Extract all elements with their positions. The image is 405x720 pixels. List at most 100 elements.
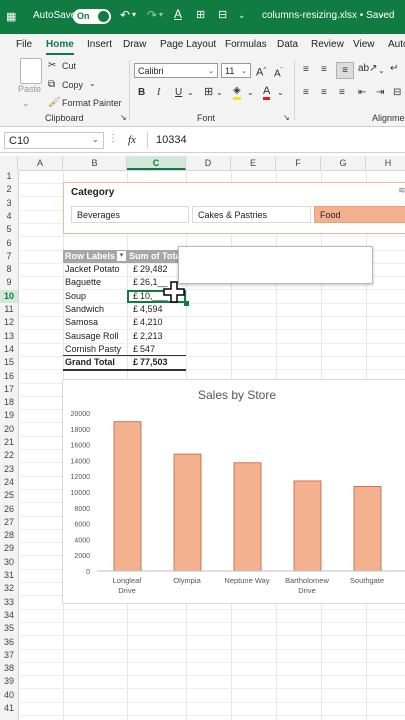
tab-review[interactable]: Review	[311, 39, 344, 50]
row-header[interactable]: 38	[0, 662, 18, 675]
row-header[interactable]: 17	[0, 383, 18, 396]
tab-formulas[interactable]: Formulas	[225, 39, 267, 50]
row-header[interactable]: 32	[0, 582, 18, 595]
align-top-icon[interactable]: ≡	[303, 64, 309, 76]
column-header[interactable]: G	[321, 156, 366, 170]
bar[interactable]	[233, 462, 262, 572]
undo-icon[interactable]: ↶	[120, 8, 130, 22]
row-header[interactable]: 3	[0, 197, 18, 210]
orientation-icon[interactable]: ab↗	[358, 63, 378, 75]
merge-icon[interactable]: ⊟	[393, 87, 401, 99]
bar[interactable]	[173, 453, 202, 572]
row-header[interactable]: 21	[0, 436, 18, 449]
slicer-item-cakes-pastries[interactable]: Cakes & Pastries	[192, 206, 311, 223]
tab-automate[interactable]: Autom	[388, 39, 405, 50]
row-header[interactable]: 11	[0, 303, 18, 316]
copy-dropdown-icon[interactable]: ⌄	[89, 79, 96, 88]
underline-icon[interactable]: U	[175, 87, 182, 99]
column-header[interactable]: H	[366, 156, 405, 170]
multi-select-icon[interactable]: ≋	[398, 185, 405, 196]
row-header[interactable]: 40	[0, 689, 18, 702]
bar[interactable]	[113, 421, 142, 572]
row-header[interactable]: 6	[0, 237, 18, 250]
row-header[interactable]: 22	[0, 449, 18, 462]
autosave-toggle[interactable]: On	[73, 9, 111, 24]
format-painter-button[interactable]: Format Painter	[62, 98, 122, 108]
orientation-dropdown-icon[interactable]: ⌄	[378, 65, 385, 77]
sales-by-store-chart[interactable]: Sales by Store 0 2000 4000 6000 8000 10000 120…	[62, 379, 405, 604]
row-header[interactable]: 5	[0, 223, 18, 236]
row-header[interactable]: 19	[0, 409, 18, 422]
row-header[interactable]: 2	[0, 183, 18, 196]
align-left-icon[interactable]: ≡	[303, 87, 309, 99]
paste-dropdown-icon[interactable]: ⌄	[22, 98, 30, 109]
borders-dropdown-icon[interactable]: ⌄	[216, 87, 223, 99]
copy-icon[interactable]: ⧉	[48, 79, 55, 91]
column-header[interactable]: D	[186, 156, 231, 170]
decrease-font-size-icon[interactable]: Aˇ	[274, 65, 283, 80]
column-header[interactable]: F	[276, 156, 321, 170]
tab-data[interactable]: Data	[277, 39, 298, 50]
column-header[interactable]: B	[63, 156, 127, 170]
slicer-item-food[interactable]: Food	[314, 206, 405, 223]
bar[interactable]	[293, 480, 322, 572]
wrap-text-icon[interactable]: ↵	[390, 63, 398, 75]
bar[interactable]	[353, 486, 382, 572]
borders-icon[interactable]: ⊞	[204, 86, 213, 98]
row-header-selected[interactable]: 10	[0, 289, 18, 303]
italic-icon[interactable]: I	[157, 87, 160, 99]
row-header[interactable]: 28	[0, 529, 18, 542]
row-header[interactable]: 20	[0, 423, 18, 436]
slicer-item-beverages[interactable]: Beverages	[71, 206, 189, 223]
tab-file[interactable]: File	[16, 39, 32, 50]
name-box-dropdown-icon[interactable]: ⌄	[92, 135, 99, 144]
row-header[interactable]: 18	[0, 396, 18, 409]
tab-draw[interactable]: Draw	[123, 39, 146, 50]
font-color-icon[interactable]: A	[263, 85, 271, 100]
insert-function-icon[interactable]: fx	[128, 134, 136, 146]
underline-dropdown-icon[interactable]: ⌄	[187, 87, 194, 99]
align-center-icon[interactable]: ≡	[321, 87, 327, 99]
row-header[interactable]: 12	[0, 316, 18, 329]
font-name-select[interactable]: Calibri ⌄	[134, 63, 218, 78]
row-header[interactable]: 26	[0, 503, 18, 516]
tab-view[interactable]: View	[353, 39, 375, 50]
row-header[interactable]: 9	[0, 276, 18, 289]
row-header[interactable]: 25	[0, 489, 18, 502]
customize-toolbar-icon[interactable]: ⌄	[238, 10, 246, 21]
row-header[interactable]: 37	[0, 649, 18, 662]
file-name-dropdown-icon[interactable]: ⌄	[378, 10, 385, 19]
row-header[interactable]: 7	[0, 250, 18, 263]
redo-dropdown-icon[interactable]: ▾	[159, 10, 163, 19]
paste-label[interactable]: Paste	[18, 84, 41, 94]
row-header[interactable]: 33	[0, 596, 18, 609]
file-name[interactable]: columns-resizing.xlsx • Saved	[262, 10, 394, 21]
align-middle-icon[interactable]: ≡	[321, 64, 327, 76]
row-header[interactable]: 35	[0, 622, 18, 635]
row-header[interactable]: 13	[0, 330, 18, 343]
align-right-icon[interactable]: ≡	[339, 87, 345, 99]
tab-home[interactable]: Home	[46, 39, 74, 55]
row-header[interactable]: 4	[0, 210, 18, 223]
font-color-dropdown-icon[interactable]: ⌄	[277, 87, 284, 99]
clipboard-launcher-icon[interactable]: ↘	[120, 113, 127, 122]
name-box[interactable]: C10	[4, 132, 104, 149]
row-header[interactable]: 39	[0, 675, 18, 688]
row-header[interactable]: 34	[0, 609, 18, 622]
increase-indent-icon[interactable]: ⇥	[376, 87, 384, 99]
row-header[interactable]: 24	[0, 476, 18, 489]
row-header[interactable]: 29	[0, 542, 18, 555]
font-color-quick-icon[interactable]: A	[174, 7, 182, 21]
select-all-corner[interactable]	[0, 156, 18, 170]
row-header[interactable]: 15	[0, 356, 18, 369]
align-bottom-icon[interactable]: ≡	[336, 62, 354, 79]
increase-font-size-icon[interactable]: A^	[256, 64, 266, 79]
cut-icon[interactable]: ✂	[48, 60, 56, 72]
bold-icon[interactable]: B	[138, 87, 145, 99]
category-slicer[interactable]: Category ≋ Beverages Cakes & Pastries Fo…	[63, 182, 405, 234]
column-header-selected[interactable]: C	[127, 156, 186, 170]
copy-button[interactable]: Copy	[62, 80, 83, 90]
row-header[interactable]: 41	[0, 702, 18, 715]
format-painter-icon[interactable]: 🖌	[48, 97, 61, 109]
grid-view-icon[interactable]: ⊞	[196, 8, 205, 21]
